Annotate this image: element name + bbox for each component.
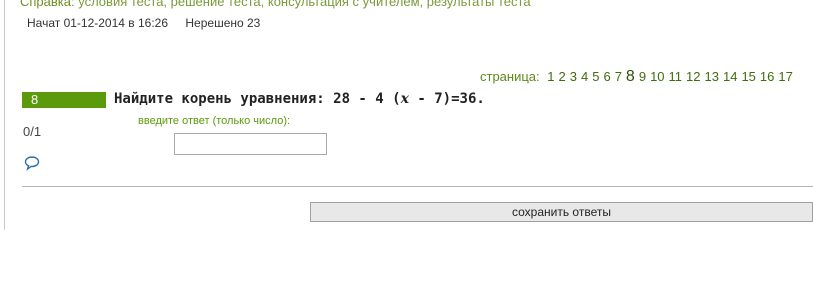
page-link-7[interactable]: 7: [615, 69, 622, 84]
page-link-5[interactable]: 5: [592, 69, 599, 84]
page-link-12[interactable]: 12: [686, 69, 700, 84]
help-bar: Справка: условия теста, решение теста, к…: [20, 0, 531, 9]
help-links[interactable]: условия теста, решение теста, консультац…: [75, 0, 530, 9]
page-link-11[interactable]: 11: [669, 69, 683, 84]
question-text-start: Найдите корень уравнения: 28 - 4 (: [114, 91, 401, 107]
page-link-3[interactable]: 3: [570, 69, 577, 84]
save-answers-button[interactable]: сохранить ответы: [310, 202, 813, 222]
page-link-4[interactable]: 4: [581, 69, 588, 84]
question-text-end: - 7)=36.: [408, 91, 485, 107]
page-link-1[interactable]: 1: [547, 69, 554, 84]
question-variable: x: [400, 91, 409, 107]
page-link-2[interactable]: 2: [559, 69, 566, 84]
help-label: Справка:: [20, 0, 75, 9]
question-text: Найдите корень уравнения: 28 - 4 (x - 7)…: [114, 91, 485, 107]
speech-bubble-icon[interactable]: [24, 155, 40, 171]
page-link-16[interactable]: 16: [760, 69, 774, 84]
test-status: Начат 01-12-2014 в 16:26 Нерешено 23: [27, 16, 260, 30]
page-link-9[interactable]: 9: [639, 69, 646, 84]
left-border: [4, 0, 5, 230]
pagination-label: страница:: [480, 69, 540, 84]
question-score: 0/1: [23, 124, 42, 139]
section-divider: [22, 186, 813, 187]
page-link-10[interactable]: 10: [650, 69, 664, 84]
page-link-14[interactable]: 14: [723, 69, 737, 84]
page-link-6[interactable]: 6: [603, 69, 610, 84]
pagination: страница: 1 2 3 4 5 6 7 8 9 10 11 12 13 14 15 16 17: [480, 68, 793, 86]
answer-hint: введите ответ (только число):: [138, 115, 291, 127]
page-link-15[interactable]: 15: [741, 69, 755, 84]
unsolved-count: Нерешено 23: [185, 16, 261, 30]
answer-input[interactable]: [174, 133, 327, 155]
page-link-13[interactable]: 13: [705, 69, 719, 84]
page-link-8[interactable]: 8: [626, 68, 635, 85]
question-number-badge: 8: [22, 92, 106, 108]
page-link-17[interactable]: 17: [778, 69, 792, 84]
started-time: Начат 01-12-2014 в 16:26: [27, 16, 169, 30]
